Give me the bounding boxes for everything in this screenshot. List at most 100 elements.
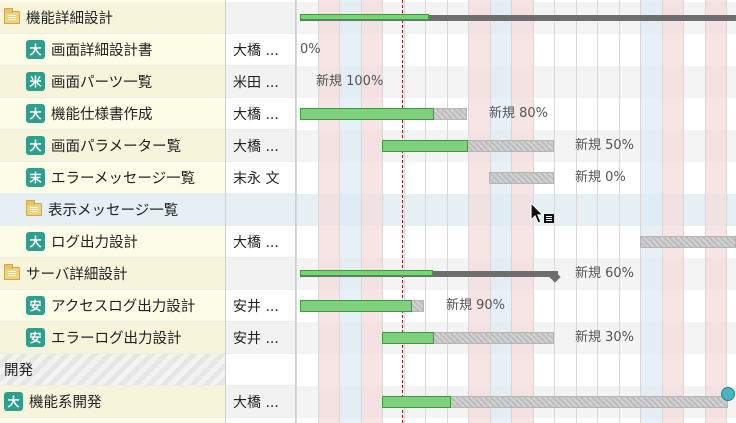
day-gridline <box>339 0 340 423</box>
task-name: エラーメッセージ一覧 <box>51 171 196 187</box>
drag-handle-icon[interactable] <box>721 387 735 401</box>
task-name: 画面パラメーター覧 <box>51 139 182 155</box>
task-progress <box>382 140 468 152</box>
assignee-column: 大橋 ... 米田 ... 大橋 ... 大橋 ... 末永 文大橋 ... 安井 ...… <box>226 0 296 423</box>
day-gridline <box>490 0 491 423</box>
task-row-6[interactable]: 表示メッセージ一覧 <box>0 194 225 226</box>
assignee-cell[interactable] <box>226 194 295 226</box>
task-row-9[interactable]: 安アクセスログ出力設計 <box>0 290 225 322</box>
task-row-1[interactable]: 大画面詳細設計書 <box>0 34 225 66</box>
day-gridline <box>425 0 426 423</box>
task-name: エラーログ出力設計 <box>51 331 182 347</box>
assignee-badge: 末 <box>26 168 45 187</box>
day-gridline <box>404 0 405 423</box>
assignee-cell[interactable]: 大橋 ... <box>226 34 295 66</box>
day-gridline <box>683 0 684 423</box>
day-gridline <box>640 0 641 423</box>
today-line <box>402 0 403 423</box>
bar-label: 新規 30% <box>575 330 635 345</box>
task-name: 画面詳細設計書 <box>51 43 153 59</box>
weekend-column <box>468 0 490 423</box>
assignee-badge: 米 <box>26 72 45 91</box>
bar-label: 新規 80% <box>489 106 549 121</box>
weekend-column <box>361 0 383 423</box>
task-row-7[interactable]: 大ログ出力設計 <box>0 226 225 258</box>
task-name: 開発 <box>4 363 33 379</box>
assignee-badge: 大 <box>26 104 45 123</box>
task-row-5[interactable]: 末エラーメッセージ一覧 <box>0 162 225 194</box>
folder-icon <box>26 200 42 216</box>
weekend-column <box>705 0 727 423</box>
task-row-11[interactable]: 開発 <box>0 354 225 386</box>
assignee-cell[interactable] <box>226 258 295 290</box>
day-gridline <box>361 0 362 423</box>
assignee-cell[interactable]: 大橋 ... <box>226 98 295 130</box>
assignee-cell[interactable]: 安井 ... <box>226 322 295 354</box>
task-name: 機能仕様書作成 <box>51 107 153 123</box>
task-tree-panel: 機能詳細設計大画面詳細設計書米画面パーツ一覧大機能仕様書作成大画面パラメーター覧… <box>0 0 226 423</box>
task-row-8[interactable]: サーバ詳細設計 <box>0 258 225 290</box>
day-gridline <box>382 0 383 423</box>
task-name: 機能詳細設計 <box>26 11 113 27</box>
bar-label: 新規 60% <box>575 266 635 281</box>
gantt-chart-area[interactable]: 0% 新規 100% 新規 80% 新規 50% 新規 0% 新規 60% 新規 90% 新規… <box>296 0 736 423</box>
bar-label: 新規 50% <box>575 138 635 153</box>
folder-icon <box>4 264 20 280</box>
pointer-cursor-icon <box>530 202 554 224</box>
task-bar[interactable] <box>489 172 554 184</box>
assignee-cell[interactable]: 安井 ... <box>226 290 295 322</box>
day-gridline <box>468 0 469 423</box>
summary-progress <box>300 14 429 20</box>
assignee-badge: 安 <box>26 328 45 347</box>
weekend-column <box>318 0 340 423</box>
task-bar[interactable] <box>640 236 736 248</box>
day-gridline <box>576 0 577 423</box>
day-gridline <box>447 0 448 423</box>
day-gridline <box>511 0 512 423</box>
assignee-cell[interactable]: 米田 ... <box>226 66 295 98</box>
task-name: サーバ詳細設計 <box>26 267 128 283</box>
day-gridline <box>705 0 706 423</box>
task-name: 機能系開発 <box>29 395 102 411</box>
task-row-3[interactable]: 大機能仕様書作成 <box>0 98 225 130</box>
task-row-0[interactable]: 機能詳細設計 <box>0 2 225 34</box>
assignee-badge: 安 <box>26 296 45 315</box>
folder-icon <box>4 8 20 24</box>
bar-label: 0% <box>300 42 321 57</box>
assignee-cell[interactable]: 大橋 ... <box>226 226 295 258</box>
task-name: アクセスログ出力設計 <box>51 299 196 315</box>
day-gridline <box>662 0 663 423</box>
task-row-10[interactable]: 安エラーログ出力設計 <box>0 322 225 354</box>
day-gridline <box>726 0 727 423</box>
task-row-2[interactable]: 米画面パーツ一覧 <box>0 66 225 98</box>
task-name: 表示メッセージ一覧 <box>48 203 179 219</box>
assignee-cell[interactable] <box>226 354 295 386</box>
assignee-cell[interactable]: 大橋 ... <box>226 386 295 418</box>
task-progress <box>300 108 434 120</box>
weekend-column <box>662 0 684 423</box>
task-progress <box>382 332 434 344</box>
day-gridline <box>619 0 620 423</box>
assignee-badge: 大 <box>26 136 45 155</box>
assignee-cell[interactable] <box>226 2 295 34</box>
bar-label: 新規 100% <box>316 74 384 89</box>
summary-progress <box>300 270 433 276</box>
assignee-badge: 大 <box>26 232 45 251</box>
assignee-badge: 大 <box>4 392 23 411</box>
task-row-4[interactable]: 大画面パラメーター覧 <box>0 130 225 162</box>
assignee-cell[interactable]: 末永 文 <box>226 162 295 194</box>
assignee-cell[interactable]: 大橋 ... <box>226 130 295 162</box>
task-progress <box>382 396 452 408</box>
holiday-column <box>490 0 512 423</box>
day-gridline <box>296 0 297 423</box>
task-progress <box>300 300 412 312</box>
assignee-badge: 大 <box>26 40 45 59</box>
bar-label: 新規 0% <box>575 170 626 185</box>
holiday-column <box>339 0 361 423</box>
holiday-column <box>640 0 662 423</box>
day-gridline <box>597 0 598 423</box>
task-name: ログ出力設計 <box>51 235 138 251</box>
bar-label: 新規 90% <box>446 298 506 313</box>
task-row-12[interactable]: 大機能系開発 <box>0 386 225 418</box>
task-name: 画面パーツ一覧 <box>51 75 153 91</box>
